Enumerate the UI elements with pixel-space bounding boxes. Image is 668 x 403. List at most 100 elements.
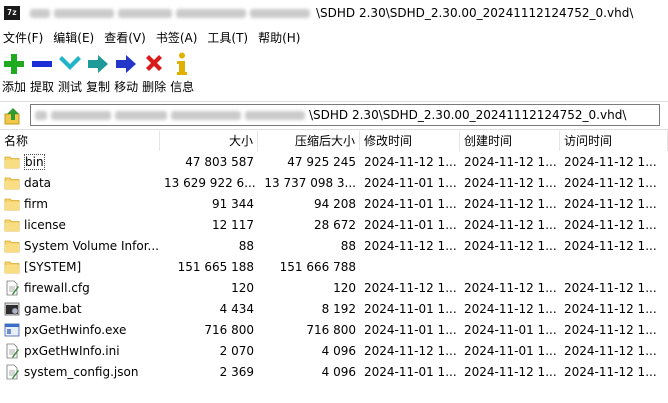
file-accessed: 2024-11-12 1...	[564, 217, 657, 232]
file-row[interactable]: license 12 117 28 672 2024-11-01 1... 2024-1…	[0, 214, 668, 235]
app-icon: 7z	[4, 6, 20, 20]
add-label: 添加	[2, 80, 27, 94]
move-arrow-icon	[114, 51, 138, 77]
extract-label: 提取	[30, 80, 55, 94]
text-file-icon	[4, 343, 20, 359]
file-row[interactable]: System Volume Infor... 88 88 2024-11-12 1..…	[0, 235, 668, 256]
file-size: 88	[238, 238, 254, 253]
info-button[interactable]: 信息	[168, 49, 196, 95]
move-button[interactable]: 移动	[112, 49, 140, 95]
file-packed-size: 120	[333, 280, 356, 295]
text-file-icon	[4, 280, 20, 296]
text-file-icon	[4, 364, 20, 380]
delete-x-icon	[142, 51, 166, 77]
file-name-cell: bin	[0, 153, 160, 170]
file-accessed: 2024-11-12 1...	[564, 364, 657, 379]
file-size: 2 070	[219, 343, 254, 358]
file-name-cell: System Volume Infor...	[0, 238, 160, 254]
file-created: 2024-11-12 1...	[464, 301, 557, 316]
menu-tools[interactable]: 工具(T)	[202, 29, 253, 46]
file-created: 2024-11-12 1...	[464, 196, 557, 211]
menu-help[interactable]: 帮助(H)	[253, 29, 305, 46]
column-header-name[interactable]: 名称	[0, 131, 160, 151]
file-row[interactable]: [SYSTEM] 151 665 188 151 666 788	[0, 256, 668, 277]
copy-label: 复制	[86, 80, 111, 94]
file-row[interactable]: bin 47 803 587 47 925 245 2024-11-12 1... 20…	[0, 151, 668, 172]
column-header-accessed[interactable]: 访问时间	[560, 131, 668, 151]
file-size: 12 117	[212, 217, 254, 232]
file-name-cell: pxGetHwinfo.exe	[0, 322, 160, 338]
file-created: 2024-11-12 1...	[464, 217, 557, 232]
file-name-cell: data	[0, 175, 160, 191]
extract-button[interactable]: 提取	[28, 49, 56, 95]
file-modified: 2024-11-12 1...	[364, 280, 457, 295]
delete-button[interactable]: 删除	[140, 49, 168, 95]
file-name: firm	[24, 196, 48, 211]
file-created: 2024-11-12 1...	[464, 238, 557, 253]
file-name: game.bat	[24, 301, 82, 316]
file-accessed: 2024-11-12 1...	[564, 301, 657, 316]
path-input[interactable]: \SDHD 2.30\SDHD_2.30.00_20241112124752_0…	[30, 104, 660, 126]
file-row[interactable]: pxGetHwInfo.ini 2 070 4 096 2024-11-12 1...…	[0, 340, 668, 361]
file-name: System Volume Infor...	[24, 238, 159, 253]
title-bar: 7z \SDHD 2.30\SDHD_2.30.00_2024111212475…	[0, 0, 668, 26]
file-name-cell: firewall.cfg	[0, 280, 160, 296]
redacted-path-segment	[35, 110, 47, 120]
address-bar: \SDHD 2.30\SDHD_2.30.00_20241112124752_0…	[0, 101, 668, 130]
file-row[interactable]: game.bat 4 434 8 192 2024-11-01 1... 2024-11…	[0, 298, 668, 319]
column-header-size[interactable]: 大小	[160, 131, 258, 151]
file-modified: 2024-11-01 1...	[364, 217, 457, 232]
redacted-path-segment	[115, 110, 167, 120]
column-header-packed-size[interactable]: 压缩后大小	[258, 131, 360, 151]
file-name-cell: pxGetHwInfo.ini	[0, 343, 160, 359]
folder-icon	[4, 259, 20, 275]
up-arrow-icon	[4, 107, 20, 124]
file-row[interactable]: data 13 629 922 6... 13 737 098 3... 2024-1…	[0, 172, 668, 193]
test-button[interactable]: 测试	[56, 49, 84, 95]
file-name-cell: [SYSTEM]	[0, 259, 160, 275]
exe-file-icon	[4, 322, 20, 338]
file-accessed: 2024-11-12 1...	[564, 238, 657, 253]
file-name-cell: license	[0, 217, 160, 233]
file-row[interactable]: system_config.json 2 369 4 096 2024-11-01 1…	[0, 361, 668, 382]
file-row[interactable]: pxGetHwinfo.exe 716 800 716 800 2024-11-01 …	[0, 319, 668, 340]
menu-edit[interactable]: 编辑(E)	[48, 29, 99, 46]
file-size: 4 434	[219, 301, 254, 316]
file-modified: 2024-11-12 1...	[364, 154, 457, 169]
redacted-path-segment	[250, 8, 310, 18]
menu-file[interactable]: 文件(F)	[0, 29, 48, 46]
file-created: 2024-11-12 1...	[464, 364, 557, 379]
file-row[interactable]: firewall.cfg 120 120 2024-11-12 1... 2024-11…	[0, 277, 668, 298]
file-name: bin	[24, 153, 45, 170]
menu-bookmarks[interactable]: 书签(A)	[151, 29, 203, 46]
file-packed-size: 716 800	[306, 322, 356, 337]
file-modified: 2024-11-01 1...	[364, 196, 457, 211]
redacted-path-segment	[54, 8, 114, 18]
menu-view[interactable]: 查看(V)	[99, 29, 151, 46]
file-created: 2024-11-01 1...	[464, 322, 557, 337]
file-accessed: 2024-11-12 1...	[564, 196, 657, 211]
file-modified: 2024-11-01 1...	[364, 301, 457, 316]
column-header-row: 名称 大小 压缩后大小 修改时间 创建时间 访问时间	[0, 131, 668, 151]
column-header-modified[interactable]: 修改时间	[360, 131, 460, 151]
redacted-path-segment	[118, 8, 172, 18]
file-size: 2 369	[219, 364, 254, 379]
redacted-path-segment	[176, 8, 246, 18]
file-packed-size: 28 672	[314, 217, 356, 232]
file-created: 2024-11-12 1...	[464, 154, 557, 169]
file-modified: 2024-11-12 1...	[364, 343, 457, 358]
file-size: 120	[231, 280, 254, 295]
add-button[interactable]: 添加	[0, 49, 28, 95]
plus-icon	[2, 51, 26, 77]
file-size: 13 629 922 6...	[164, 175, 256, 190]
file-packed-size: 4 096	[321, 364, 356, 379]
folder-icon	[4, 196, 20, 212]
up-folder-button[interactable]	[2, 105, 24, 127]
copy-button[interactable]: 复制	[84, 49, 112, 95]
file-modified: 2024-11-12 1...	[364, 238, 457, 253]
column-header-created[interactable]: 创建时间	[460, 131, 560, 151]
file-row[interactable]: firm 91 344 94 208 2024-11-01 1... 2024-11-1…	[0, 193, 668, 214]
file-size: 151 665 188	[177, 259, 254, 274]
file-size: 91 344	[212, 196, 254, 211]
file-packed-size: 94 208	[314, 196, 356, 211]
